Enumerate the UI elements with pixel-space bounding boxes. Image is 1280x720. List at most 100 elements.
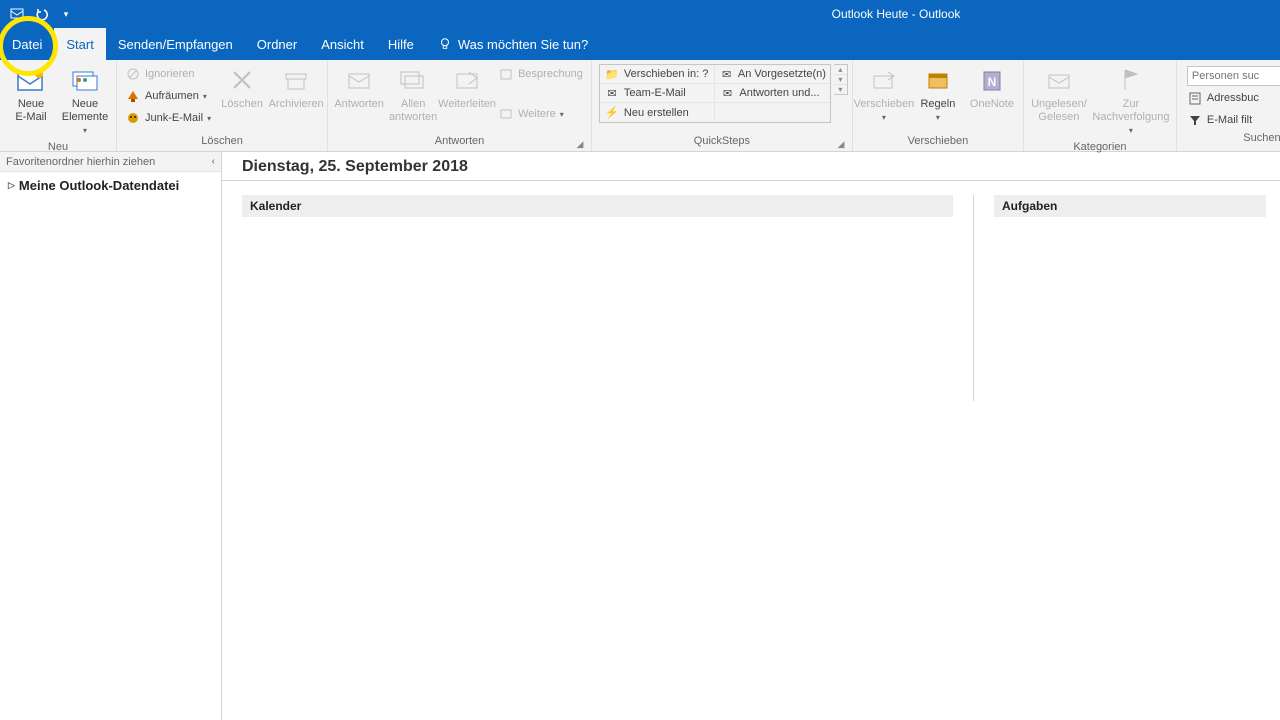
reply-all-icon bbox=[397, 64, 429, 96]
undo-icon[interactable] bbox=[34, 6, 50, 22]
delete-button[interactable]: Löschen bbox=[215, 62, 269, 113]
qs-to-manager[interactable]: ✉An Vorgesetzte(n) bbox=[715, 65, 830, 83]
ignore-button[interactable]: Ignorieren bbox=[125, 64, 211, 84]
more-button[interactable]: Weitere▾ bbox=[498, 104, 583, 124]
vertical-divider bbox=[973, 195, 974, 401]
ignore-icon bbox=[125, 66, 141, 82]
calendar-section-header: Kalender bbox=[242, 195, 953, 217]
addressbook-label: Adressbuc bbox=[1207, 92, 1259, 104]
filter-email-button[interactable]: E-Mail filt bbox=[1187, 110, 1280, 130]
reply-label: Antworten bbox=[334, 98, 384, 111]
group-loeschen-title: Löschen bbox=[121, 133, 323, 151]
ribbon: Neue E-Mail Neue Elemente ▾ Neu Ignorier… bbox=[0, 60, 1280, 152]
cleanup-button[interactable]: Aufräumen▾ bbox=[125, 86, 211, 106]
team-email-icon: ✉ bbox=[604, 85, 620, 101]
tab-folder-label: Ordner bbox=[257, 37, 297, 52]
group-neu-title: Neu bbox=[4, 139, 112, 155]
data-file-label: Meine Outlook-Datendatei bbox=[19, 178, 179, 193]
rules-icon bbox=[922, 64, 954, 96]
group-suchen: Adressbuc E-Mail filt Suchen bbox=[1177, 60, 1280, 151]
create-new-icon: ⚡ bbox=[604, 105, 620, 121]
tab-folder[interactable]: Ordner bbox=[245, 28, 309, 60]
tab-file-label: Datei bbox=[12, 37, 42, 52]
rules-button[interactable]: Regeln▾ bbox=[911, 62, 965, 126]
meeting-button[interactable]: Besprechung bbox=[498, 64, 583, 84]
archive-icon bbox=[280, 64, 312, 96]
unread-read-button[interactable]: Ungelesen/ Gelesen bbox=[1028, 62, 1090, 126]
reply-all-button[interactable]: Allen antworten bbox=[386, 62, 440, 126]
filter-icon bbox=[1187, 112, 1203, 128]
flag-icon bbox=[1115, 64, 1147, 96]
meeting-label: Besprechung bbox=[518, 68, 583, 80]
new-email-icon bbox=[15, 64, 47, 96]
move-label: Verschieben▾ bbox=[854, 98, 915, 124]
new-email-label: Neue E-Mail bbox=[15, 98, 46, 124]
new-email-button[interactable]: Neue E-Mail bbox=[4, 62, 58, 126]
junk-button[interactable]: Junk-E-Mail▾ bbox=[125, 108, 211, 128]
tab-send-receive[interactable]: Senden/Empfangen bbox=[106, 28, 245, 60]
gallery-more-icon[interactable]: ▾ bbox=[834, 85, 847, 94]
tab-start-label: Start bbox=[66, 37, 93, 52]
favorites-drop-hint[interactable]: Favoritenordner hierhin ziehen ‹ bbox=[0, 152, 221, 172]
group-verschieben: Verschieben▾ Regeln▾ N OneNote Verschieb… bbox=[853, 60, 1024, 151]
reply-button[interactable]: Antworten bbox=[332, 62, 386, 113]
scroll-down-icon[interactable]: ▾ bbox=[834, 75, 847, 85]
scroll-up-icon[interactable]: ▴ bbox=[834, 65, 847, 75]
chevron-left-icon[interactable]: ‹ bbox=[212, 156, 215, 167]
expand-triangle-icon[interactable]: ▷ bbox=[8, 180, 15, 191]
qs-team-email[interactable]: ✉Team-E-Mail bbox=[600, 84, 716, 102]
to-manager-icon: ✉ bbox=[719, 66, 733, 82]
junk-icon bbox=[125, 110, 141, 126]
svg-text:N: N bbox=[988, 75, 997, 89]
today-date-heading: Dienstag, 25. September 2018 bbox=[222, 152, 1280, 181]
people-search-input[interactable] bbox=[1187, 66, 1280, 86]
archive-button[interactable]: Archivieren bbox=[269, 62, 323, 113]
tab-send-receive-label: Senden/Empfangen bbox=[118, 37, 233, 52]
qat-customize-icon[interactable]: ▾ bbox=[58, 6, 74, 22]
group-quicksteps: 📁Verschieben in: ? ✉An Vorgesetzte(n) ✉T… bbox=[592, 60, 853, 151]
qs-create-new[interactable]: ⚡Neu erstellen bbox=[600, 103, 716, 122]
archive-label: Archivieren bbox=[269, 98, 324, 111]
forward-button[interactable]: Weiterleiten bbox=[440, 62, 494, 113]
tab-view[interactable]: Ansicht bbox=[309, 28, 376, 60]
followup-label: Zur Nachverfolgung ▾ bbox=[1092, 98, 1170, 137]
tab-help-label: Hilfe bbox=[388, 37, 414, 52]
cleanup-label: Aufräumen bbox=[145, 90, 199, 102]
filter-label: E-Mail filt bbox=[1207, 114, 1252, 126]
followup-button[interactable]: Zur Nachverfolgung ▾ bbox=[1090, 62, 1172, 139]
folder-move-icon: 📁 bbox=[604, 66, 620, 82]
send-receive-icon[interactable] bbox=[10, 6, 26, 22]
move-button[interactable]: Verschieben▾ bbox=[857, 62, 911, 126]
onenote-button[interactable]: N OneNote bbox=[965, 62, 1019, 113]
dialog-launcher-icon[interactable]: ◢ bbox=[575, 139, 585, 149]
rules-label: Regeln▾ bbox=[920, 98, 955, 124]
dialog-launcher-icon[interactable]: ◢ bbox=[836, 139, 846, 149]
data-file-node[interactable]: ▷ Meine Outlook-Datendatei bbox=[0, 172, 221, 199]
new-items-button[interactable]: Neue Elemente ▾ bbox=[58, 62, 112, 139]
unread-label: Ungelesen/ Gelesen bbox=[1031, 98, 1087, 124]
group-quicksteps-title: QuickSteps◢ bbox=[596, 133, 848, 151]
group-verschieben-title: Verschieben bbox=[857, 133, 1019, 151]
title-bar: ▾ Outlook Heute - Outlook bbox=[0, 0, 1280, 28]
move-icon bbox=[868, 64, 900, 96]
tab-file[interactable]: Datei bbox=[0, 28, 54, 60]
forward-icon bbox=[451, 64, 483, 96]
ignore-label: Ignorieren bbox=[145, 68, 195, 80]
tab-start[interactable]: Start bbox=[54, 28, 105, 60]
delete-icon bbox=[226, 64, 258, 96]
quicksteps-scroll[interactable]: ▴ ▾ ▾ bbox=[834, 64, 848, 95]
forward-label: Weiterleiten bbox=[438, 98, 496, 111]
reply-icon bbox=[343, 64, 375, 96]
qs-reply-and[interactable]: ✉Antworten und... bbox=[715, 84, 830, 102]
delete-label: Löschen bbox=[221, 98, 263, 111]
tab-help[interactable]: Hilfe bbox=[376, 28, 426, 60]
onenote-label: OneNote bbox=[970, 98, 1014, 111]
group-kategorien-title: Kategorien bbox=[1028, 139, 1172, 155]
onenote-icon: N bbox=[976, 64, 1008, 96]
addressbook-icon bbox=[1187, 90, 1203, 106]
tell-me-search[interactable]: Was möchten Sie tun? bbox=[426, 28, 600, 60]
addressbook-button[interactable]: Adressbuc bbox=[1187, 88, 1280, 108]
junk-label: Junk-E-Mail bbox=[145, 112, 203, 124]
quicksteps-gallery[interactable]: 📁Verschieben in: ? ✉An Vorgesetzte(n) ✉T… bbox=[599, 64, 831, 123]
qs-move-to[interactable]: 📁Verschieben in: ? bbox=[600, 65, 716, 83]
